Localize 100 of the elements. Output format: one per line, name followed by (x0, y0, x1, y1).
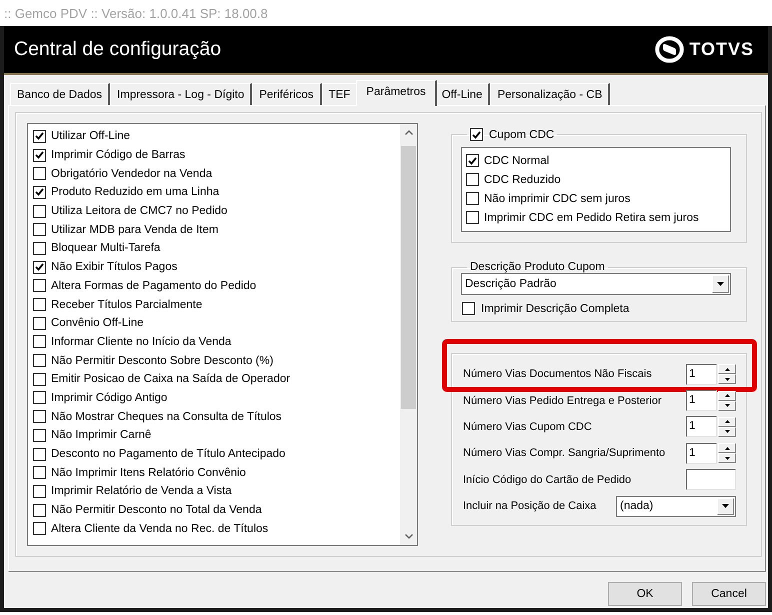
option-label: Receber Títulos Parcialmente (51, 298, 202, 311)
spin-field[interactable]: 1 (686, 390, 717, 412)
caret-down-icon (724, 378, 730, 381)
option-label: Obrigatório Vendedor na Venda (51, 168, 212, 180)
chevron-down-icon (404, 534, 412, 539)
option-label: Não imprimir CDC sem juros (484, 192, 630, 204)
checkbox[interactable] (33, 484, 46, 498)
checkbox[interactable] (33, 298, 46, 312)
option-label: Não Imprimir Itens Relatório Convênio (51, 466, 246, 479)
checkbox[interactable] (466, 192, 479, 205)
brand-name: TOTVS (689, 39, 754, 60)
checkmark-icon (35, 151, 44, 160)
checkbox[interactable] (462, 302, 475, 315)
dropdown[interactable]: Descrição Padrão (461, 273, 731, 295)
tab[interactable]: Off-Line (434, 83, 490, 105)
spin-up-button[interactable] (718, 416, 736, 427)
checkbox[interactable] (33, 260, 46, 274)
app-title: :: Gemco PDV :: Versão: 1.0.0.41 SP: 18.00.8 (4, 6, 268, 20)
checkbox[interactable] (466, 211, 479, 224)
tab[interactable]: Impressora - Log - Dígito (110, 83, 252, 105)
tab[interactable]: Parâmetros (356, 80, 437, 106)
checkbox[interactable] (33, 204, 46, 218)
caret-up-icon (724, 368, 730, 371)
option-label: Imprimir Código Antigo (51, 392, 168, 404)
checkmark-icon (35, 132, 44, 140)
checkbox[interactable] (33, 167, 46, 180)
checkbox[interactable] (33, 448, 46, 461)
checkbox[interactable] (33, 522, 46, 536)
spin-field[interactable]: 1 (686, 442, 717, 464)
checkbox[interactable] (33, 504, 46, 517)
spin-up-button[interactable] (718, 390, 736, 401)
spin-down-button[interactable] (718, 374, 736, 384)
option-label: Altera Formas de Pagamento do Pedido (51, 280, 256, 292)
option-label: Utiliza Leitora de CMC7 no Pedido (51, 205, 228, 218)
option-label: Desconto no Pagamento de Título Antecipado (51, 448, 286, 460)
checkmark-icon (35, 263, 44, 272)
option-label: Não Permitir Desconto no Total da Venda (51, 504, 262, 516)
caret-up-icon (724, 394, 730, 398)
dropdown-button[interactable] (712, 275, 729, 293)
tab[interactable]: Personalização - CB (490, 83, 610, 105)
field-label: Número Vias Documentos Não Fiscais (463, 368, 652, 380)
checkbox[interactable] (33, 372, 46, 386)
checkbox[interactable] (33, 335, 46, 348)
spin-down-button[interactable] (718, 400, 736, 411)
option-label: Não Imprimir Carnê (51, 429, 152, 442)
checkbox[interactable] (33, 316, 46, 330)
spin-field[interactable]: 1 (686, 364, 717, 385)
checkbox[interactable] (33, 242, 46, 255)
option-label: CDC Normal (484, 154, 550, 166)
field-label: Número Vias Cupom CDC (463, 420, 592, 433)
option-label: Imprimir CDC em Pedido Retira sem juros (484, 212, 699, 224)
field-label: Início Código do Cartão de Pedido (463, 474, 632, 486)
option-label: Utilizar MDB para Venda de Item (51, 224, 218, 236)
checkmark-icon (472, 130, 481, 138)
group-label: Descrição Produto Cupom (470, 261, 605, 273)
checkbox[interactable] (466, 173, 479, 186)
checkbox[interactable] (33, 279, 46, 292)
checkbox[interactable] (33, 466, 46, 480)
checkbox[interactable] (33, 223, 46, 236)
option-label: Imprimir Código de Barras (51, 149, 186, 162)
tab[interactable]: Banco de Dados (10, 83, 110, 105)
caret-down-icon (722, 504, 729, 508)
tab[interactable]: Periféricos (252, 83, 322, 105)
dropdown-button[interactable] (717, 498, 734, 515)
logo-icon (655, 36, 684, 63)
option-label: Produto Reduzido em uma Linha (51, 186, 220, 198)
checkbox[interactable] (33, 428, 46, 442)
option-label: Imprimir Descrição Completa (481, 302, 630, 314)
ok-button[interactable]: OK (608, 582, 682, 606)
spin-up-button[interactable] (718, 364, 736, 374)
option-label: Bloquear Multi-Tarefa (51, 242, 160, 254)
caret-down-icon (724, 430, 730, 434)
checkbox[interactable] (33, 148, 46, 162)
spin-down-button[interactable] (718, 426, 736, 437)
checkbox[interactable] (466, 154, 479, 167)
option-label: Não Mostrar Cheques na Consulta de Títulos (51, 410, 282, 423)
checkbox[interactable] (33, 354, 46, 368)
checkbox[interactable] (470, 128, 483, 141)
field-label: Incluir na Posição de Caixa (463, 500, 596, 512)
spin-down-button[interactable] (718, 453, 736, 464)
checkbox[interactable] (33, 410, 46, 424)
scrollbar-thumb[interactable] (401, 146, 416, 409)
field-label: Número Vias Pedido Entrega e Posterior (463, 394, 662, 407)
option-label: Utilizar Off-Line (51, 130, 130, 142)
option-label: Não Exibir Títulos Pagos (51, 261, 178, 274)
spin-up-button[interactable] (718, 443, 736, 454)
option-label: Informar Cliente no Início da Venda (51, 336, 232, 348)
caret-down-icon (717, 282, 724, 286)
tab[interactable]: TEF (322, 83, 358, 105)
option-label: Altera Cliente da Venda no Rec. de Títulos (51, 522, 268, 535)
input-field[interactable] (686, 469, 736, 490)
checkbox[interactable] (33, 130, 46, 143)
cancel-button[interactable]: Cancel (692, 582, 766, 606)
field-label: Número Vias Compr. Sangria/Suprimento (463, 447, 666, 460)
spin-field[interactable]: 1 (686, 416, 717, 438)
checkbox[interactable] (33, 391, 46, 404)
checkbox[interactable] (33, 186, 46, 199)
dropdown[interactable]: (nada) (616, 496, 736, 517)
option-label: Não Permitir Desconto Sobre Desconto (%) (51, 354, 274, 367)
caret-down-icon (724, 404, 730, 408)
